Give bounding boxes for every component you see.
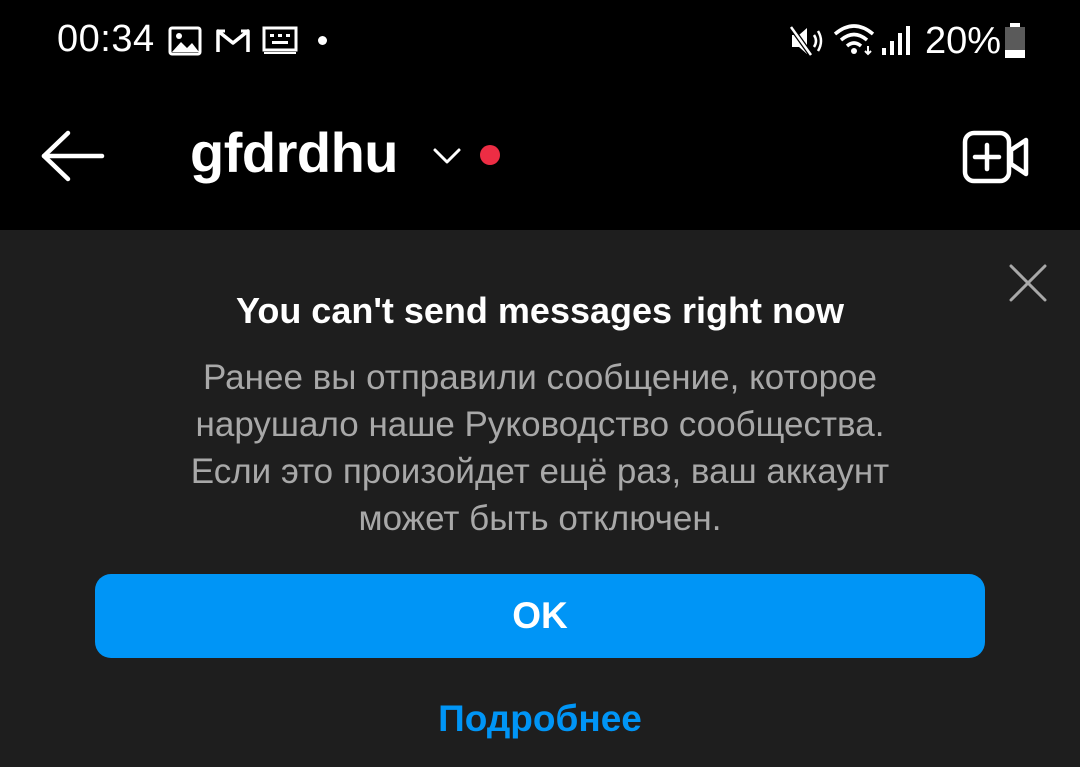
add-video-icon bbox=[962, 130, 1029, 184]
arrow-left-icon bbox=[41, 130, 105, 182]
gallery-icon bbox=[168, 26, 202, 61]
signal-icon bbox=[880, 24, 912, 61]
online-status-dot bbox=[480, 145, 500, 165]
dialog-title: You can't send messages right now bbox=[235, 290, 845, 331]
keyboard-icon bbox=[262, 26, 298, 61]
dialog-message-line: может быть отключен. bbox=[358, 499, 722, 538]
battery-percent: 20% bbox=[925, 20, 1002, 62]
status-bar: 00:34 20% bbox=[0, 0, 1080, 90]
dialog-message-line: Ранее вы отправили сообщение, которое bbox=[203, 358, 877, 397]
gmail-icon bbox=[215, 27, 251, 60]
add-video-button[interactable] bbox=[962, 130, 1030, 184]
back-button[interactable] bbox=[40, 130, 106, 182]
chevron-down-icon[interactable] bbox=[432, 146, 462, 166]
notification-more-dot bbox=[318, 36, 327, 45]
wifi-icon bbox=[832, 22, 876, 61]
restriction-dialog: You can't send messages right now Ранее … bbox=[0, 230, 1080, 767]
learn-more-link[interactable]: Подробнее bbox=[0, 698, 1080, 740]
ok-button[interactable]: OK bbox=[95, 574, 985, 658]
dialog-message-line: нарушало наше Руководство сообщества. bbox=[195, 405, 885, 444]
chat-header: gfdrdhu bbox=[0, 90, 1080, 230]
dialog-message-line: Если это произойдет ещё раз, ваш аккаунт bbox=[190, 452, 890, 491]
status-time: 00:34 bbox=[57, 18, 155, 60]
chat-username[interactable]: gfdrdhu bbox=[190, 120, 398, 185]
battery-icon bbox=[1003, 22, 1027, 65]
mute-icon bbox=[788, 24, 825, 63]
screen: 00:34 20% gfdrdhu You can't send message… bbox=[0, 0, 1080, 767]
dialog-message: Ранее вы отправили сообщение, которое на… bbox=[110, 354, 970, 542]
